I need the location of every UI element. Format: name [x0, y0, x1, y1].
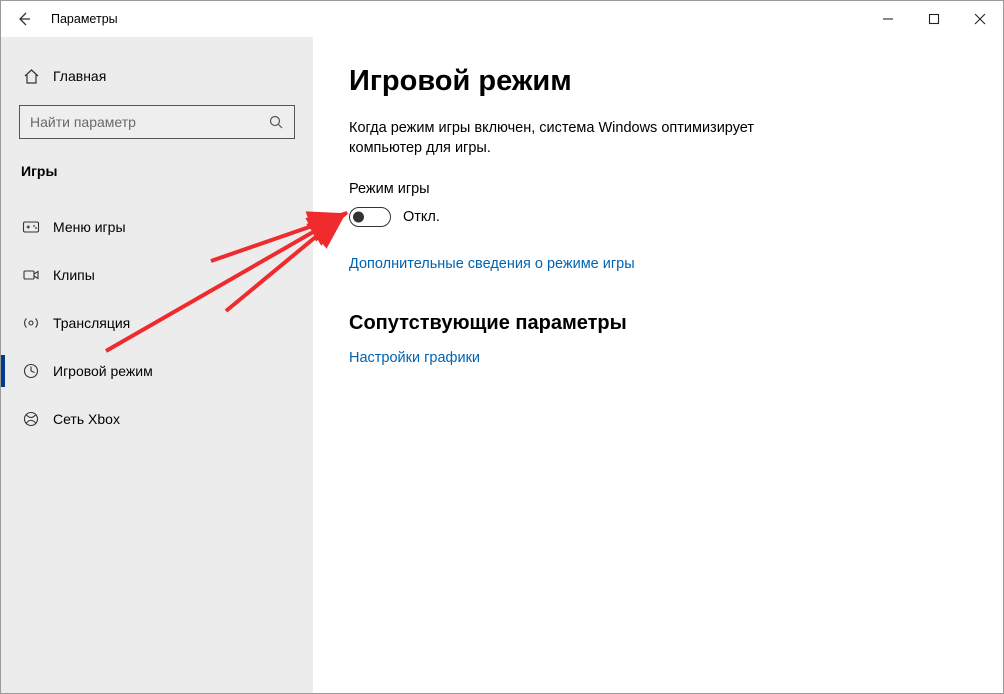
settings-window: Параметры	[0, 0, 1004, 694]
learn-more-link[interactable]: Дополнительные сведения о режиме игры	[349, 256, 635, 272]
sidebar-item-broadcast[interactable]: Трансляция	[1, 299, 313, 347]
maximize-button[interactable]	[911, 1, 957, 37]
sidebar-item-label: Игровой режим	[41, 363, 153, 379]
toggle-caption: Режим игры	[349, 181, 963, 197]
sidebar-item-captures[interactable]: Клипы	[1, 251, 313, 299]
sidebar-home-label: Главная	[41, 68, 106, 84]
game-mode-toggle[interactable]	[349, 207, 391, 227]
maximize-icon	[928, 13, 940, 25]
toggle-knob-icon	[353, 211, 364, 222]
related-settings-title: Сопутствующие параметры	[349, 312, 963, 335]
close-button[interactable]	[957, 1, 1003, 37]
captures-icon	[21, 266, 41, 284]
sidebar-item-game-bar[interactable]: Меню игры	[1, 203, 313, 251]
content-pane: Игровой режим Когда режим игры включен, …	[313, 37, 1003, 693]
window-title: Параметры	[47, 12, 118, 26]
back-button[interactable]	[1, 1, 47, 37]
sidebar-item-xbox-net[interactable]: Сеть Xbox	[1, 395, 313, 443]
page-title: Игровой режим	[349, 65, 963, 98]
graphics-settings-link[interactable]: Настройки графики	[349, 350, 480, 366]
sidebar-nav: Меню игры Клипы	[1, 189, 313, 443]
search-input[interactable]	[30, 114, 246, 130]
sidebar-section-label: Игры	[1, 139, 313, 189]
close-icon	[974, 13, 986, 25]
game-mode-icon	[21, 362, 41, 380]
toggle-row: Откл.	[349, 207, 963, 227]
search-box[interactable]	[19, 105, 295, 139]
page-description: Когда режим игры включен, система Window…	[349, 118, 829, 159]
titlebar: Параметры	[1, 1, 1003, 37]
sidebar-home[interactable]: Главная	[1, 57, 313, 95]
minimize-button[interactable]	[865, 1, 911, 37]
search-icon	[268, 114, 284, 130]
back-arrow-icon	[15, 10, 33, 28]
minimize-icon	[882, 13, 894, 25]
body: Главная Игры	[1, 37, 1003, 693]
home-icon	[21, 68, 41, 85]
toggle-state-label: Откл.	[403, 209, 440, 225]
sidebar-item-label: Сеть Xbox	[41, 411, 120, 427]
sidebar-item-label: Клипы	[41, 267, 95, 283]
window-controls	[865, 1, 1003, 37]
sidebar-item-game-mode[interactable]: Игровой режим	[1, 347, 313, 395]
broadcast-icon	[21, 314, 41, 332]
game-bar-icon	[21, 218, 41, 236]
sidebar-item-label: Трансляция	[41, 315, 130, 331]
xbox-net-icon	[21, 410, 41, 428]
sidebar: Главная Игры	[1, 37, 313, 693]
sidebar-item-label: Меню игры	[41, 219, 126, 235]
